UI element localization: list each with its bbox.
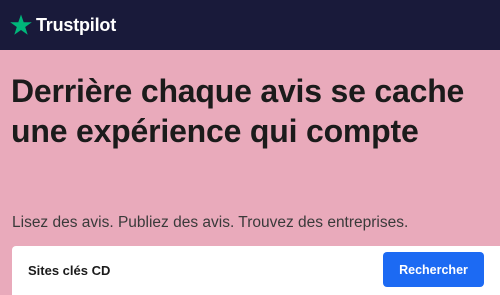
trustpilot-logo[interactable]: Trustpilot	[9, 13, 116, 37]
search-input[interactable]	[28, 246, 368, 295]
top-header: Trustpilot	[0, 0, 500, 50]
logo-text: Trustpilot	[36, 14, 116, 35]
search-box: Rechercher	[12, 246, 500, 295]
page-title: Derrière chaque avis se cache une expéri…	[11, 73, 465, 149]
page-subtitle: Lisez des avis. Publiez des avis. Trouve…	[12, 214, 409, 231]
search-button[interactable]: Rechercher	[383, 252, 484, 287]
star-icon	[10, 14, 32, 35]
hero-section: Derrière chaque avis se cache une expéri…	[0, 50, 500, 295]
